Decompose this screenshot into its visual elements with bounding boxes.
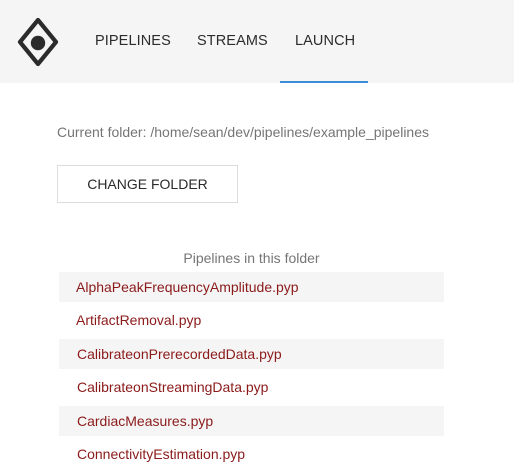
current-folder-text: Current folder: /home/sean/dev/pipelines… (57, 124, 429, 140)
tab-launch-label: LAUNCH (295, 33, 356, 49)
eye-in-diamond-logo-icon[interactable] (16, 16, 60, 68)
pipeline-item[interactable]: CardiacMeasures.pyp (59, 405, 444, 436)
tab-launch[interactable]: LAUNCH (280, 0, 368, 83)
pipeline-item[interactable]: ConnectivityEstimation.pyp (59, 439, 444, 469)
pipeline-item[interactable]: AlphaPeakFrequencyAmplitude.pyp (59, 272, 444, 302)
active-tab-indicator (280, 81, 368, 83)
tab-pipelines-label: PIPELINES (95, 33, 171, 49)
tab-streams[interactable]: STREAMS (197, 0, 268, 83)
tab-pipelines[interactable]: PIPELINES (95, 0, 171, 83)
top-nav-bar: PIPELINES STREAMS LAUNCH (0, 0, 514, 83)
tab-streams-label: STREAMS (197, 33, 268, 49)
pipeline-item[interactable]: CalibrateonPrerecordedData.pyp (59, 338, 444, 369)
pipeline-item[interactable]: ArtifactRemoval.pyp (59, 305, 444, 335)
change-folder-button[interactable]: CHANGE FOLDER (57, 165, 238, 203)
pipeline-item[interactable]: CalibrateonStreamingData.pyp (59, 372, 444, 402)
pipeline-list: AlphaPeakFrequencyAmplitude.pyp Artifact… (59, 272, 444, 472)
pipelines-list-title: Pipelines in this folder (183, 250, 320, 266)
